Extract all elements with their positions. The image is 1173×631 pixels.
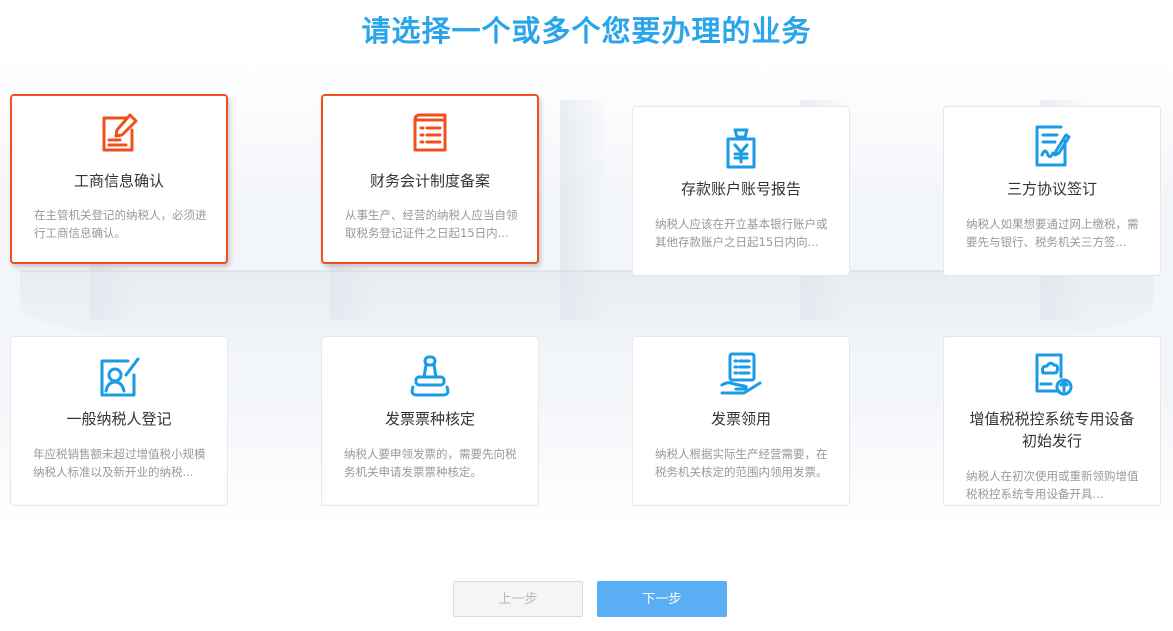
card-description: 纳税人在初次使用或重新领购增值税税控系统专用设备开具... — [966, 469, 1139, 501]
service-card-tripartite-agreement[interactable]: 三方协议签订 纳税人如果想要通过网上缴税，需要先与银行、税务机关三方签... — [943, 106, 1161, 276]
card-description: 纳税人要申领发票的，需要先向税务机关申请发票票种核定。 — [344, 447, 517, 479]
service-card-general-taxpayer[interactable]: 一般纳税人登记 年应税销售额未超过增值税小规模纳税人标准以及新开业的纳税... — [10, 336, 228, 506]
card-description: 在主管机关登记的纳税人，必须进行工商信息确认。 — [34, 208, 207, 240]
card-description: 年应税销售额未超过增值税小规模纳税人标准以及新开业的纳税... — [33, 447, 206, 479]
card-title: 财务会计制度备案 — [369, 172, 490, 190]
card-description: 纳税人应该在开立基本银行账户或其他存款账户之日起15日内向... — [655, 217, 828, 249]
stamp-icon — [407, 353, 453, 399]
document-list-icon — [407, 110, 453, 156]
card-title: 工商信息确认 — [73, 172, 164, 190]
page-title: 请选择一个或多个您要办理的业务 — [361, 14, 812, 48]
prev-step-button[interactable]: 上一步 — [453, 581, 583, 617]
service-card-accounting-filing[interactable]: 财务会计制度备案 从事生产、经营的纳税人应当自领取税务登记证件之日起15日内..… — [321, 94, 539, 264]
card-description: 从事生产、经营的纳税人应当自领取税务登记证件之日起15日内... — [345, 208, 518, 240]
card-description: 纳税人根据实际生产经营需要，在税务机关核定的范围内领用发票。 — [655, 447, 828, 479]
card-title: 一般纳税人登记 — [66, 410, 172, 428]
yuan-bag-icon — [718, 125, 764, 171]
service-card-business-info[interactable]: 工商信息确认 在主管机关登记的纳税人，必须进行工商信息确认。 — [10, 94, 228, 264]
service-card-invoice-type[interactable]: 发票票种核定 纳税人要申领发票的，需要先向税务机关申请发票票种核定。 — [321, 336, 539, 506]
service-card-invoice-receive[interactable]: 发票领用 纳税人根据实际生产经营需要，在税务机关核定的范围内领用发票。 — [632, 336, 850, 506]
card-title: 发票票种核定 — [384, 410, 475, 428]
receive-invoice-icon — [718, 351, 764, 397]
edit-form-icon — [96, 110, 142, 156]
card-description: 纳税人如果想要通过网上缴税，需要先与银行、税务机关三方签... — [966, 217, 1139, 249]
next-step-button[interactable]: 下一步 — [597, 581, 727, 617]
card-title: 三方协议签订 — [1006, 180, 1097, 198]
user-register-icon — [96, 353, 142, 399]
card-title: 发票领用 — [710, 410, 771, 428]
service-card-tax-device-issue[interactable]: 增值税税控系统专用设备初始发行 纳税人在初次使用或重新领购增值税税控系统专用设备… — [943, 336, 1161, 506]
service-card-deposit-account[interactable]: 存款账户账号报告 纳税人应该在开立基本银行账户或其他存款账户之日起15日内向..… — [632, 106, 850, 276]
cloud-device-icon — [1029, 351, 1075, 397]
sign-contract-icon — [1029, 123, 1075, 169]
card-title: 增值税税控系统专用设备初始发行 — [969, 410, 1135, 450]
card-title: 存款账户账号报告 — [680, 180, 801, 198]
